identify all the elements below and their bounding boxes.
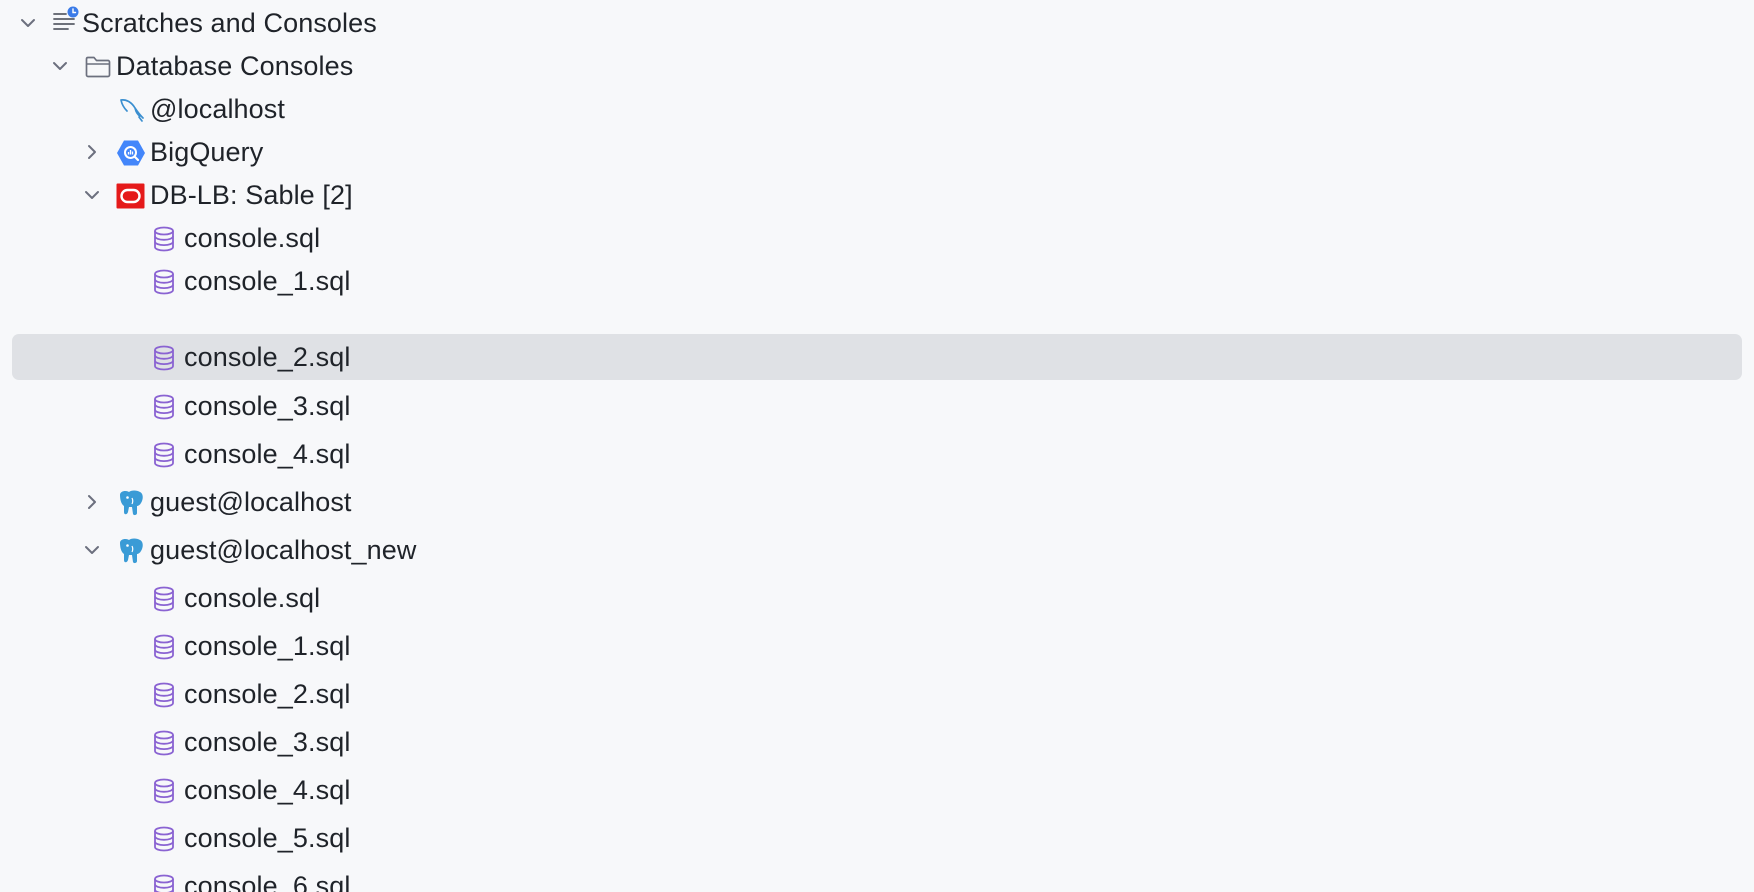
bigquery-icon [116,139,145,167]
oracle-icon [116,182,145,210]
node-label: console.sql [184,583,321,613]
chevron-down-icon[interactable] [16,11,40,35]
tree-node-sql-file[interactable]: console_2.sql [12,671,1742,717]
sql-console-icon [150,268,178,296]
node-label: console_6.sql [184,871,351,892]
node-label: console_4.sql [184,775,351,805]
sql-console-icon [150,681,178,709]
sql-console-icon [150,873,178,892]
tree-node-sql-file[interactable]: console_5.sql [12,815,1742,861]
postgresql-icon [116,537,144,565]
node-label: console_5.sql [184,823,351,853]
sql-console-icon [150,344,178,372]
sql-console-icon [150,777,178,805]
tree-node-sql-file[interactable]: console_6.sql [12,863,1742,892]
node-label: guest@localhost_new [150,535,417,565]
tree-node-sql-file[interactable]: console_1.sql [12,623,1742,669]
sql-console-icon [150,585,178,613]
chevron-down-icon[interactable] [80,183,104,207]
chevron-down-icon[interactable] [80,538,104,562]
sql-console-icon [150,729,178,757]
tree-node-sql-file[interactable]: console_4.sql [12,767,1742,813]
sql-console-icon [150,393,178,421]
chevron-down-icon[interactable] [48,54,72,78]
tree-node-sql-file[interactable]: console_3.sql [12,719,1742,765]
node-label: BigQuery [150,137,264,167]
node-label: console_3.sql [184,727,351,757]
sql-console-icon [150,825,178,853]
tree-node-guest-localhost[interactable]: guest@localhost [12,479,1742,525]
tree-node-scratches-and-consoles[interactable]: Scratches and Consoles [12,0,1742,46]
node-label: console_1.sql [184,266,351,296]
node-label: console_2.sql [184,342,351,372]
tree-node-sql-file[interactable]: console_4.sql [12,431,1742,477]
sql-console-icon [150,441,178,469]
mysql-icon [118,96,146,124]
postgresql-icon [116,489,144,517]
tree-node-sql-file[interactable]: console_1.sql [12,258,1742,304]
chevron-right-icon[interactable] [80,490,104,514]
tree-node-guest-localhost-new[interactable]: guest@localhost_new [12,527,1742,573]
node-label: DB-LB: Sable [2] [150,180,353,210]
node-label: console_1.sql [184,631,351,661]
sql-console-icon [150,225,178,253]
tree-node-sql-file[interactable]: console.sql [12,215,1742,261]
tree-node-sql-file[interactable]: console_3.sql [12,383,1742,429]
tree-node-database-consoles[interactable]: Database Consoles [12,43,1742,89]
folder-icon [84,53,112,81]
scratches-icon [52,6,80,34]
project-tree: Scratches and Consoles Database Consoles… [0,0,1754,892]
tree-node-sql-file-selected[interactable]: console_2.sql [12,334,1742,380]
tree-node-sql-file[interactable]: console.sql [12,575,1742,621]
node-label: @localhost [150,94,285,124]
tree-node-bigquery[interactable]: BigQuery [12,129,1742,175]
node-label: console_2.sql [184,679,351,709]
node-label: console.sql [184,223,321,253]
node-label: console_4.sql [184,439,351,469]
sql-console-icon [150,633,178,661]
node-label: Scratches and Consoles [82,8,377,38]
node-label: Database Consoles [116,51,354,81]
chevron-right-icon[interactable] [80,140,104,164]
node-label: console_3.sql [184,391,351,421]
node-label: guest@localhost [150,487,352,517]
tree-node-localhost[interactable]: @localhost [12,86,1742,132]
tree-node-db-lb-sable[interactable]: DB-LB: Sable [2] [12,172,1742,218]
